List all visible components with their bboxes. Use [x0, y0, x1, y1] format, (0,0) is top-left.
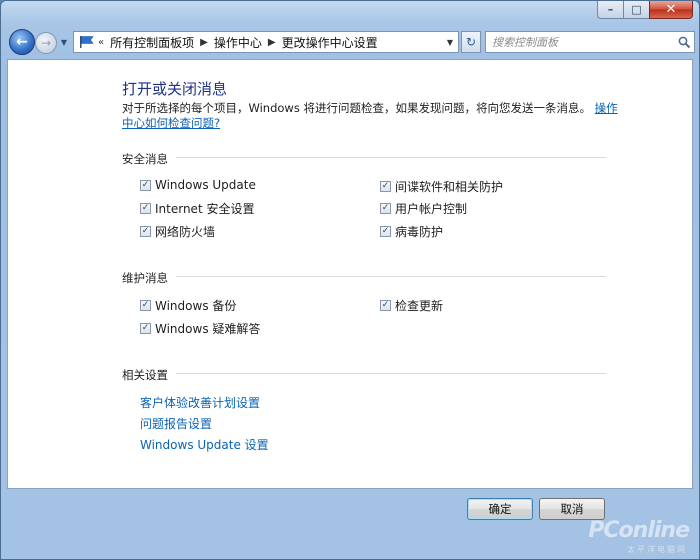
- breadcrumb-overflow[interactable]: «: [98, 37, 104, 48]
- refresh-button[interactable]: ↻: [461, 31, 481, 53]
- section-divider: [176, 157, 606, 158]
- checkbox-label: Windows Update: [155, 178, 256, 192]
- checkbox-check-icon[interactable]: ✓: [140, 179, 151, 191]
- checkbox-check-icon[interactable]: ✓: [380, 181, 391, 192]
- forward-arrow-icon: →: [40, 36, 52, 50]
- breadcrumb-item-change-settings[interactable]: 更改操作中心设置: [282, 34, 378, 51]
- checkbox-user-account-control[interactable]: ✓ 用户帐户控制: [380, 200, 467, 217]
- watermark-subtitle: 太平洋电脑网: [627, 545, 687, 554]
- maintenance-section-header: 维护消息: [122, 271, 168, 285]
- section-divider: [176, 373, 606, 374]
- checkbox-windows-troubleshooting[interactable]: ✓ Windows 疑难解答: [140, 320, 260, 337]
- address-bar[interactable]: « 所有控制面板项 ▶ 操作中心 ▶ 更改操作中心设置 ▼: [73, 31, 459, 53]
- search-icon[interactable]: [674, 36, 694, 49]
- description-text: 对于所选择的每个项目，Windows 将进行问题检查，如果发现问题，将向您发送一…: [122, 101, 591, 115]
- checkbox-label: 网络防火墙: [155, 225, 216, 239]
- breadcrumb-item-all-items[interactable]: 所有控制面板项: [110, 34, 194, 51]
- checkbox-check-icon[interactable]: ✓: [140, 323, 151, 334]
- security-section-header: 安全消息: [122, 152, 168, 166]
- checkbox-check-icon[interactable]: ✓: [140, 203, 151, 214]
- checkbox-label: Windows 备份: [155, 299, 237, 313]
- checkbox-internet-security[interactable]: ✓ Internet 安全设置: [140, 200, 254, 217]
- maximize-button[interactable]: □: [623, 1, 649, 19]
- search-box: [485, 31, 695, 53]
- checkbox-label: Windows 疑难解答: [155, 322, 261, 336]
- checkbox-check-icon[interactable]: ✓: [380, 300, 391, 311]
- checkbox-label: 检查更新: [395, 299, 444, 313]
- checkbox-label: 病毒防护: [395, 225, 444, 239]
- checkbox-spyware-protection[interactable]: ✓ 间谍软件和相关防护: [380, 178, 503, 195]
- checkbox-label: Internet 安全设置: [155, 202, 255, 216]
- checkbox-windows-update[interactable]: ✓ Windows Update: [140, 178, 256, 192]
- minimize-button[interactable]: –: [597, 1, 623, 19]
- breadcrumb-chevron-icon[interactable]: ▶: [268, 37, 276, 48]
- page-description: 对于所选择的每个项目，Windows 将进行问题检查，如果发现问题，将向您发送一…: [122, 101, 622, 131]
- page-title: 打开或关闭消息: [122, 80, 228, 98]
- control-panel-window: – □ ✕ ← → ▼ « 所有控制面板项 ▶ 操作中心 ▶ 更改操作中心设置 …: [0, 0, 700, 560]
- checkbox-network-firewall[interactable]: ✓ 网络防火墙: [140, 223, 215, 240]
- checkbox-check-icon[interactable]: ✓: [380, 203, 391, 214]
- caption-buttons: – □ ✕: [597, 1, 693, 19]
- search-input[interactable]: [486, 33, 674, 51]
- forward-button[interactable]: →: [35, 32, 57, 54]
- control-panel-flag-icon: [78, 34, 96, 50]
- related-settings-header: 相关设置: [122, 368, 168, 382]
- link-ceip-settings[interactable]: 客户体验改善计划设置: [140, 394, 260, 411]
- breadcrumb-chevron-icon[interactable]: ▶: [200, 37, 208, 48]
- link-windows-update-settings[interactable]: Windows Update 设置: [140, 436, 269, 453]
- checkbox-label: 用户帐户控制: [395, 202, 468, 216]
- address-dropdown-button[interactable]: ▼: [442, 32, 458, 52]
- checkbox-windows-backup[interactable]: ✓ Windows 备份: [140, 297, 236, 314]
- checkbox-check-icon[interactable]: ✓: [380, 226, 391, 237]
- checkbox-check-icon[interactable]: ✓: [140, 300, 151, 311]
- navigation-bar: ← → ▼ « 所有控制面板项 ▶ 操作中心 ▶ 更改操作中心设置 ▼ ↻ 搜索…: [7, 29, 695, 55]
- checkbox-label: 间谍软件和相关防护: [395, 180, 504, 194]
- recent-pages-dropdown[interactable]: ▼: [59, 35, 69, 49]
- refresh-icon: ↻: [465, 35, 477, 49]
- breadcrumb: « 所有控制面板项 ▶ 操作中心 ▶ 更改操作中心设置: [96, 34, 442, 51]
- section-divider: [176, 276, 606, 277]
- content-pane: 打开或关闭消息 对于所选择的每个项目，Windows 将进行问题检查，如果发现问…: [7, 59, 693, 489]
- checkbox-check-icon[interactable]: ✓: [140, 226, 151, 237]
- checkbox-virus-protection[interactable]: ✓ 病毒防护: [380, 223, 443, 240]
- breadcrumb-item-action-center[interactable]: 操作中心: [214, 34, 262, 51]
- link-problem-reporting-settings[interactable]: 问题报告设置: [140, 415, 212, 432]
- back-button[interactable]: ←: [9, 29, 35, 55]
- close-button[interactable]: ✕: [649, 1, 693, 19]
- watermark-logo: PConline: [588, 518, 690, 543]
- checkbox-check-for-updates[interactable]: ✓ 检查更新: [380, 297, 443, 314]
- ok-button[interactable]: 确定: [467, 498, 533, 520]
- cancel-button[interactable]: 取消: [539, 498, 605, 520]
- back-arrow-icon: ←: [16, 34, 28, 50]
